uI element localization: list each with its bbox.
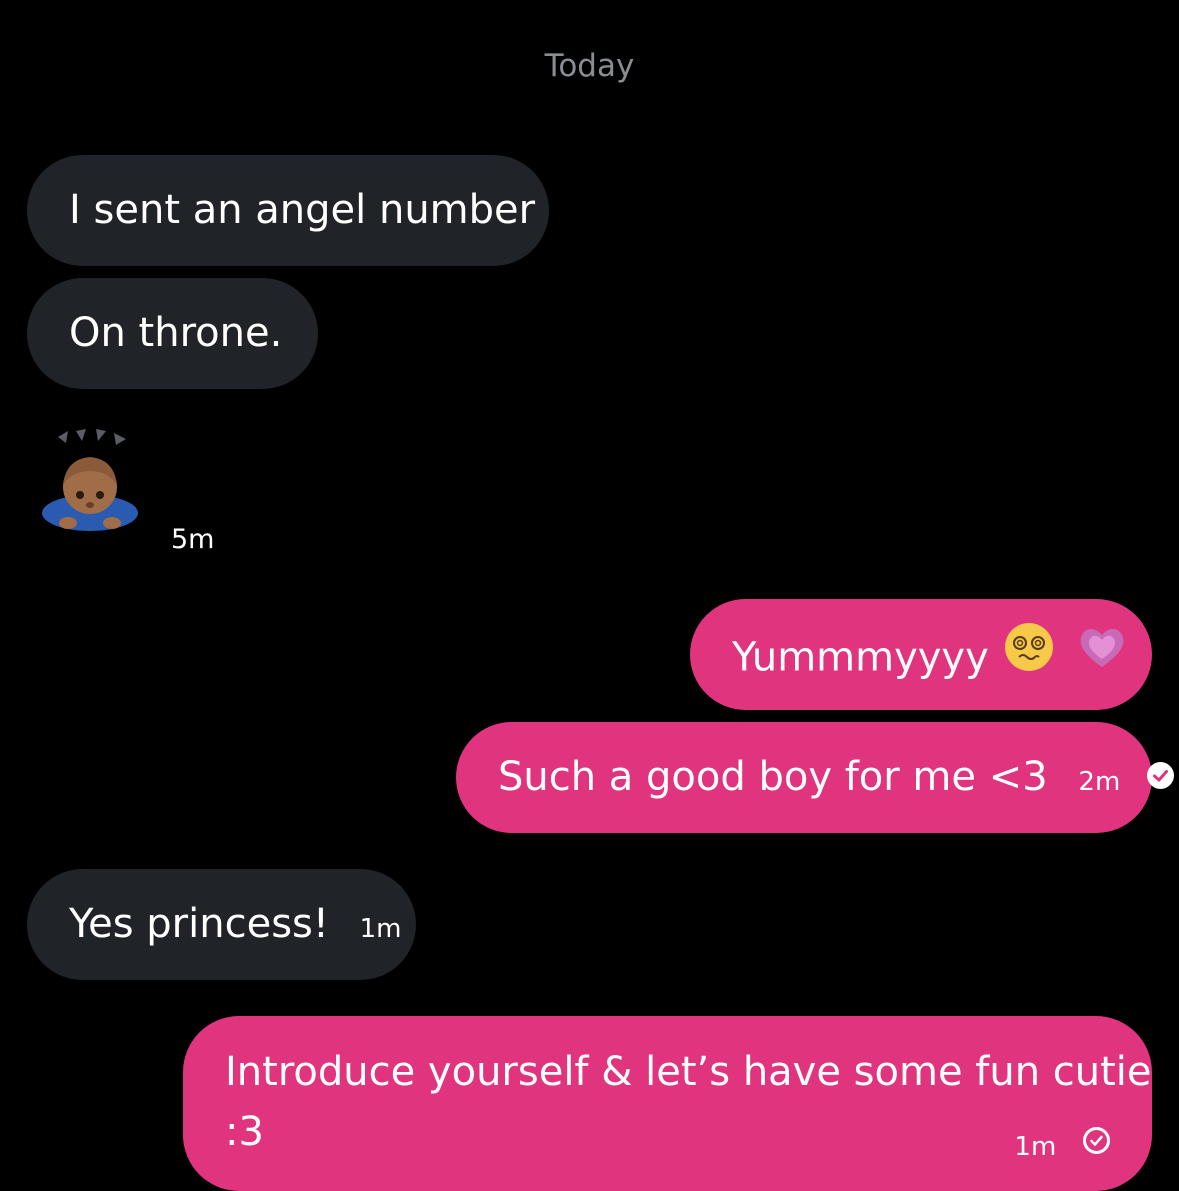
message-text: Introduce yourself & let’s have some fun…	[225, 1049, 1152, 1095]
message-text: Yes princess!	[69, 901, 329, 947]
incoming-message[interactable]: On throne.	[27, 278, 318, 389]
date-divider: Today	[544, 48, 635, 84]
incoming-message[interactable]: Yes princess! 1m	[27, 869, 416, 980]
read-check-icon	[1147, 761, 1174, 789]
message-text: On throne.	[69, 310, 283, 356]
message-text: :3	[225, 1109, 264, 1155]
message-timestamp: 2m	[1078, 767, 1121, 797]
message-timestamp: 1m	[1014, 1132, 1057, 1162]
message-text: Yummmyyyy	[732, 634, 989, 681]
outgoing-message[interactable]: Introduce yourself & let’s have some fun…	[183, 1016, 1152, 1191]
dizzy-face-emoji	[1002, 620, 1056, 691]
outgoing-message[interactable]: Such a good boy for me <3 2m	[456, 722, 1174, 833]
message-text: Such a good boy for me <3	[498, 754, 1048, 800]
outgoing-message[interactable]: Yummmyyyy	[690, 599, 1152, 710]
person-bowing-emoji[interactable]	[38, 425, 148, 535]
growing-heart-emoji	[1076, 621, 1128, 690]
message-text: I sent an angel number	[69, 187, 536, 233]
message-timestamp: 5m	[171, 524, 215, 555]
sent-check-icon	[1083, 1126, 1110, 1154]
incoming-message[interactable]: I sent an angel number	[27, 155, 549, 266]
message-timestamp: 1m	[359, 914, 402, 944]
